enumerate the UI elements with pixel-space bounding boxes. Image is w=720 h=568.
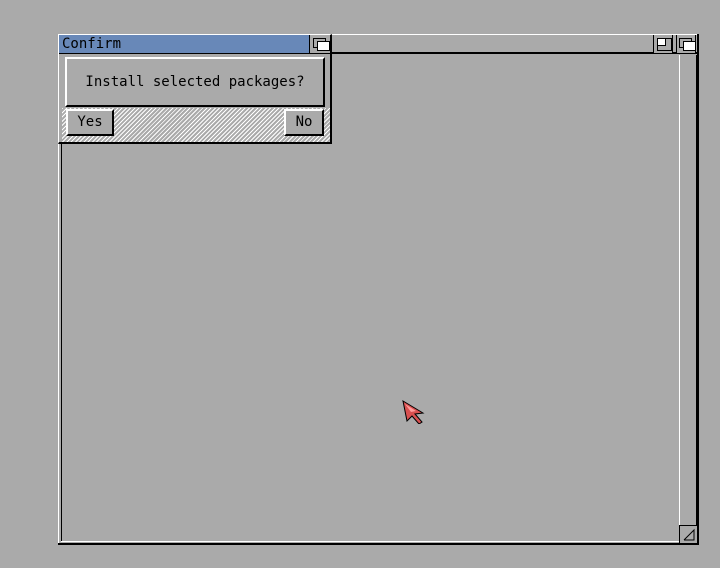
- mouse-pointer-icon: [402, 400, 425, 424]
- no-button[interactable]: No: [284, 109, 324, 136]
- yes-button[interactable]: Yes: [66, 109, 114, 136]
- dialog-message: Install selected packages?: [85, 74, 305, 90]
- right-window-border: [679, 55, 697, 525]
- window-edge: [697, 34, 699, 545]
- resize-icon: [683, 528, 695, 541]
- window-depth-gadget[interactable]: [676, 35, 696, 53]
- window-inner-edge: [61, 541, 679, 542]
- window-edge: [58, 543, 699, 545]
- zoom-gadget[interactable]: [653, 35, 673, 53]
- dialog-depth-gadget[interactable]: [309, 35, 330, 54]
- dialog-title: Confirm: [62, 36, 122, 52]
- size-gadget[interactable]: [679, 525, 697, 543]
